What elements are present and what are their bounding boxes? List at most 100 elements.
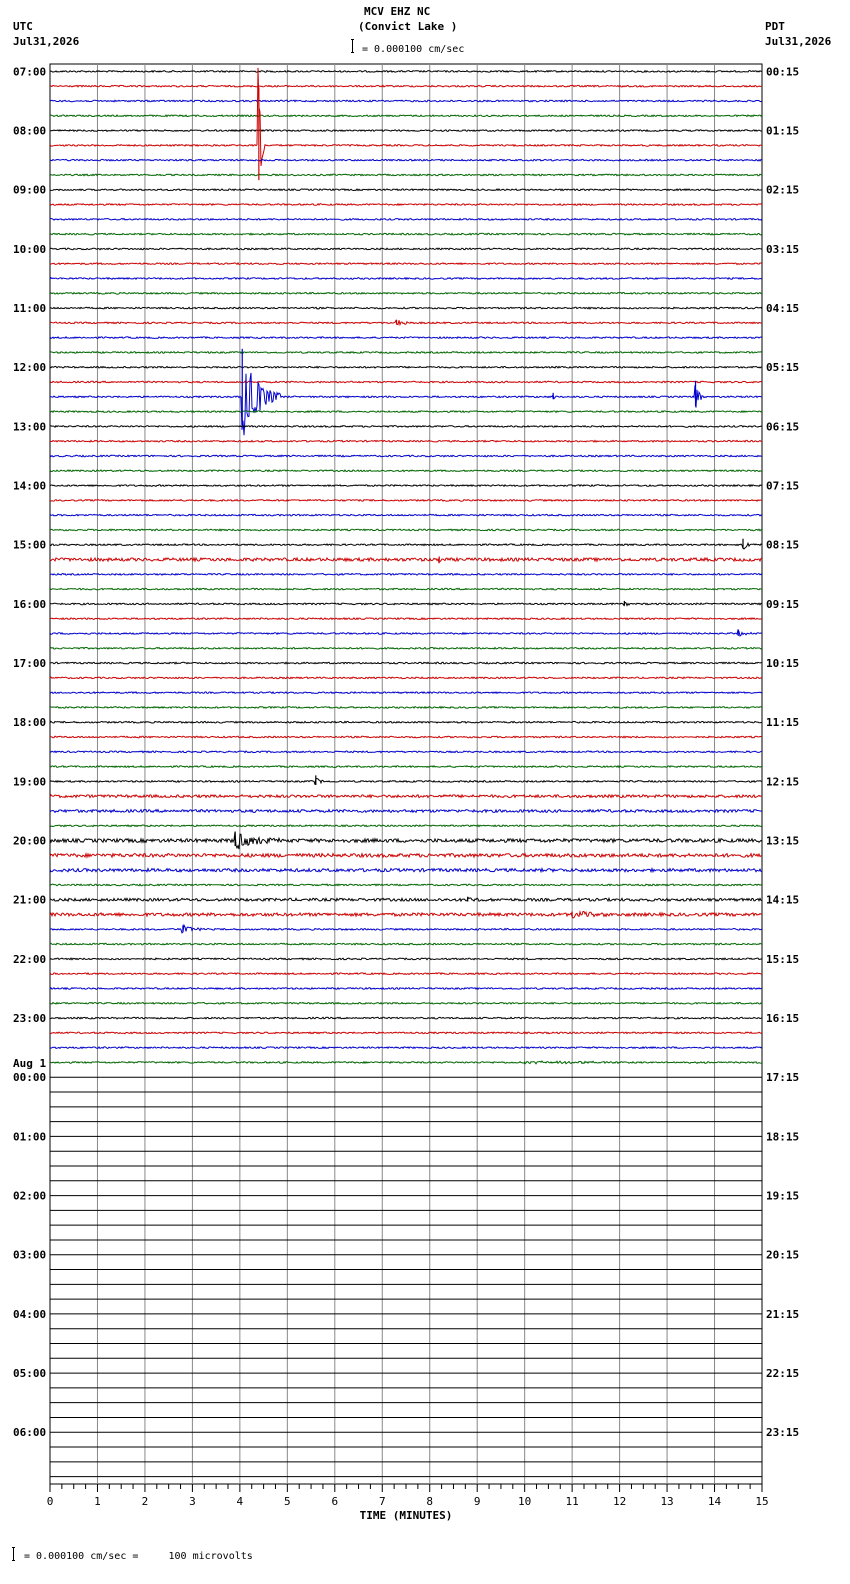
pdt-hour-label: 14:15 [766, 894, 799, 907]
utc-hour-label: 15:00 [13, 539, 46, 552]
trace-row [49, 247, 763, 251]
trace-row [49, 498, 763, 502]
pdt-hour-label: 23:15 [766, 1426, 799, 1439]
pdt-hour-label: 01:15 [766, 125, 799, 138]
trace-row [49, 1016, 763, 1020]
trace-row [49, 541, 763, 550]
utc-hour-label: 14:00 [13, 480, 46, 493]
trace-row [49, 114, 763, 118]
pdt-hour-label: 02:15 [766, 184, 799, 197]
x-tick-label: 3 [189, 1495, 196, 1508]
pdt-hour-label: 18:15 [766, 1130, 799, 1143]
trace-row [49, 319, 763, 327]
trace-row [49, 661, 763, 665]
trace-row [49, 646, 763, 650]
trace-row [49, 365, 763, 369]
pdt-hour-label: 22:15 [766, 1367, 799, 1380]
x-tick-label: 7 [379, 1495, 386, 1508]
utc-hour-label: 04:00 [13, 1308, 46, 1321]
trace-row [49, 158, 763, 162]
trace-row [49, 202, 763, 207]
utc-hour-label: 21:00 [13, 894, 46, 907]
trace-row [49, 942, 762, 946]
seismogram-plot: 0 1 2 3 4 5 6 7 8 9 10 11 12 13 14 15TIME (MINUTES) 07:… [13, 63, 799, 1522]
pdt-hour-label: 13:15 [766, 835, 799, 848]
trace-row [50, 217, 763, 221]
trace-row [50, 572, 763, 576]
trace-row [49, 469, 763, 473]
utc-hour-label: 17:00 [13, 657, 46, 670]
utc-hour-label: 18:00 [13, 716, 46, 729]
x-tick-label: 8 [426, 1495, 433, 1508]
x-tick-label: 5 [284, 1495, 291, 1508]
x-tick-label: 6 [331, 1495, 338, 1508]
pdt-hour-label: 00:15 [766, 65, 799, 78]
trace-row [49, 291, 763, 295]
trace-row [49, 1031, 763, 1035]
x-tick-label: 13 [660, 1495, 673, 1508]
trace-row [49, 720, 763, 724]
trace-row [49, 439, 763, 443]
trace-row [49, 896, 762, 903]
trace-row [49, 824, 763, 828]
trace-row [49, 750, 763, 754]
trace-row [49, 409, 763, 414]
trace-row [49, 1060, 763, 1065]
trace-row [49, 793, 763, 799]
utc-hour-label: 05:00 [13, 1367, 46, 1380]
trace-row [49, 128, 763, 133]
plot-frame [49, 63, 763, 1485]
pdt-hour-label: 19:15 [766, 1190, 799, 1203]
utc-hour-label: 20:00 [13, 835, 46, 848]
trace-row [49, 910, 763, 919]
trace-row [49, 1001, 763, 1005]
trace-row [49, 986, 762, 991]
trace-row [49, 528, 763, 532]
utc-hour-label: 06:00 [13, 1426, 46, 1439]
x-tick-label: 4 [237, 1495, 244, 1508]
footer-scale-icon [12, 1547, 15, 1561]
pdt-hour-label: 11:15 [766, 716, 799, 729]
trace-row [49, 587, 763, 591]
x-tick-label: 15 [755, 1495, 768, 1508]
trace-row [49, 1046, 763, 1050]
trace-row [49, 628, 763, 637]
date-change-label: Aug 1 [13, 1057, 46, 1070]
trace-row [49, 513, 763, 517]
trace-row [49, 335, 763, 340]
trace-row [49, 764, 763, 769]
trace-row [49, 851, 763, 859]
utc-hour-label: 13:00 [13, 420, 46, 433]
trace-row [49, 883, 763, 887]
plot-grid [49, 63, 763, 1485]
pdt-hour-label: 05:15 [766, 361, 799, 374]
utc-hour-label: 03:00 [13, 1249, 46, 1262]
trace-row [49, 777, 763, 785]
utc-hour-label: 07:00 [13, 65, 46, 78]
utc-hour-label: 23:00 [13, 1012, 46, 1025]
x-tick-label: 11 [566, 1495, 579, 1508]
trace-row [49, 306, 763, 310]
x-tick-label: 10 [518, 1495, 531, 1508]
utc-hour-label: 10:00 [13, 243, 46, 256]
utc-hour-label: 08:00 [13, 125, 46, 138]
utc-hour-label: 09:00 [13, 184, 46, 197]
trace-row [49, 454, 763, 458]
trace-row [49, 276, 763, 281]
x-tick-label: 14 [708, 1495, 722, 1508]
trace-row [49, 99, 763, 103]
trace-row [49, 957, 763, 961]
pdt-hour-label: 17:15 [766, 1071, 799, 1084]
footer-scale-label: = 0.000100 cm/sec = 100 microvolts [24, 1551, 253, 1562]
pdt-hour-label: 07:15 [766, 480, 799, 493]
trace-row [49, 866, 763, 874]
trace-row [49, 424, 763, 429]
pdt-hour-label: 20:15 [766, 1249, 799, 1262]
trace-row [49, 923, 763, 934]
trace-row [49, 972, 763, 976]
trace-row [49, 188, 763, 192]
x-tick-label: 1 [94, 1495, 101, 1508]
pdt-hour-label: 16:15 [766, 1012, 799, 1025]
x-tick-label: 12 [613, 1495, 626, 1508]
trace-row [49, 173, 763, 177]
